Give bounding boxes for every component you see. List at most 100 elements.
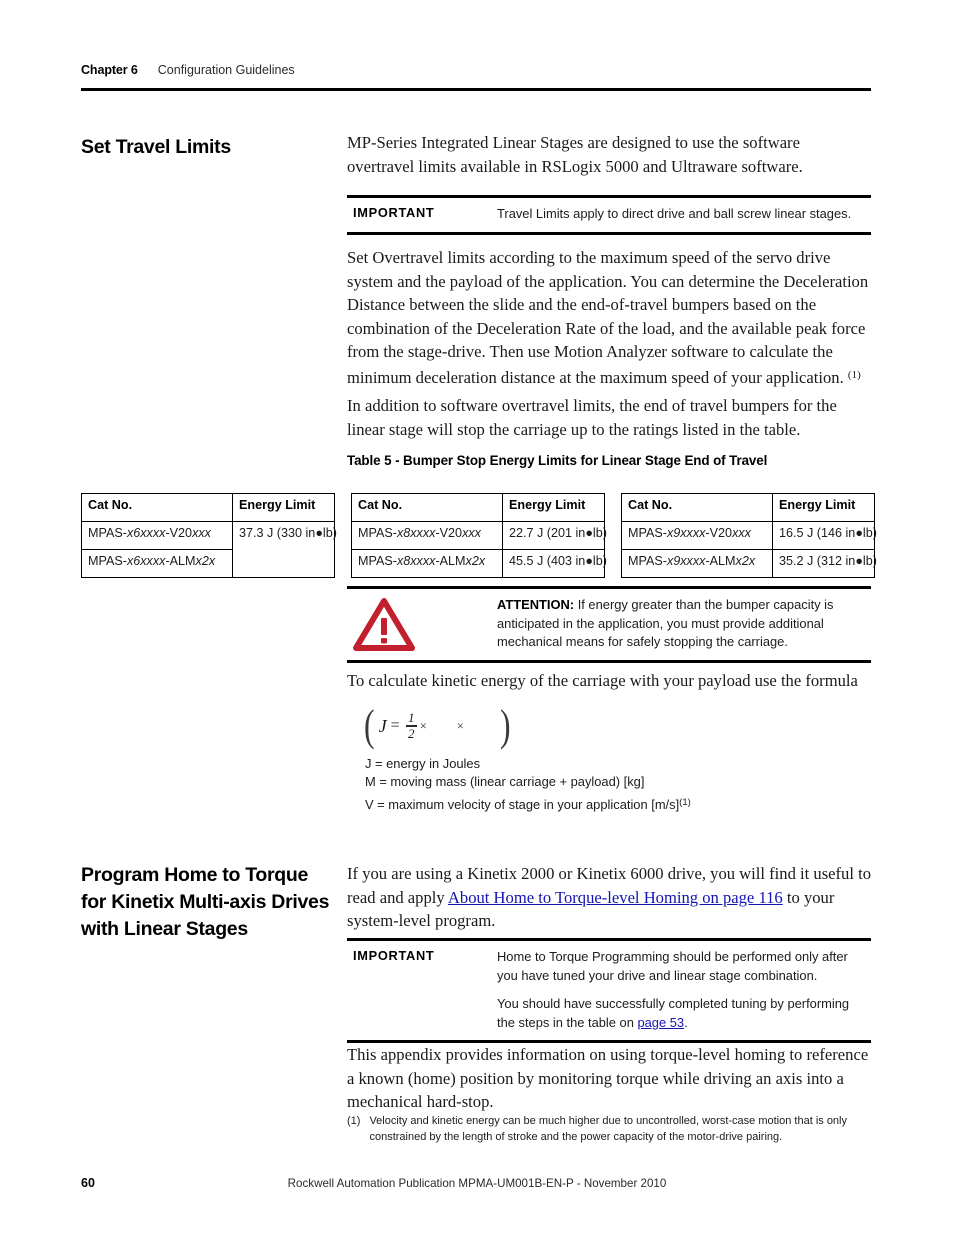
- overtravel-paragraph: Set Overtravel limits according to the m…: [347, 246, 871, 390]
- bumper-energy-table-band: Cat No. Energy Limit MPAS-x6xxxx-V20xxx …: [81, 493, 877, 578]
- page-title-set-travel-limits: Set Travel Limits: [81, 136, 231, 158]
- attention-icon-cell: [347, 589, 497, 660]
- document-page: Chapter 6 Configuration Guidelines Set T…: [0, 0, 954, 1235]
- cat-mid: -V20: [705, 526, 733, 540]
- cell-energy-limit: 45.5 J (403 in●lb): [502, 549, 607, 578]
- warning-triangle-icon: [353, 598, 415, 651]
- cell-energy-limit: 16.5 J (146 in●lb): [772, 521, 877, 550]
- bumper-energy-table-block-1: Cat No. Energy Limit MPAS-x6xxxx-V20xxx …: [81, 493, 337, 578]
- cat-mid: -ALM: [165, 554, 196, 568]
- table-header-row: Cat No. Energy Limit: [81, 493, 335, 522]
- cat-variable-2: xxx: [462, 526, 481, 540]
- kinetic-energy-formula: ( J = 1 2 × × ): [364, 701, 511, 750]
- footnote-marker: (1): [347, 1115, 361, 1127]
- chapter-title: Configuration Guidelines: [157, 63, 295, 77]
- intro-paragraph: MP-Series Integrated Linear Stages are d…: [347, 133, 803, 176]
- table-row: MPAS-x6xxxx-V20xxx 37.3 J (330 in●lb): [81, 521, 337, 578]
- table-row: MPAS-x9xxxx-ALMx2x 35.2 J (312 in●lb): [621, 549, 877, 578]
- footnote-text: Velocity and kinetic energy can be much …: [369, 1115, 847, 1143]
- cell-cat-no: MPAS-x8xxxx-ALMx2x: [351, 549, 503, 578]
- column-header-cat-no: Cat No.: [351, 493, 503, 522]
- table-row: MPAS-x9xxxx-V20xxx 16.5 J (146 in●lb): [621, 521, 877, 550]
- cat-prefix: MPAS-: [88, 526, 127, 540]
- table-header-row: Cat No. Energy Limit: [621, 493, 875, 522]
- attention-label: ATTENTION:: [497, 597, 575, 612]
- appendix-paragraph: This appendix provides information on us…: [347, 1045, 869, 1112]
- cat-prefix: MPAS-: [628, 526, 667, 540]
- table-row: MPAS-x8xxxx-V20xxx 22.7 J (201 in●lb): [351, 521, 607, 550]
- home-torque-paragraph: If you are using a Kinetix 2000 or Kinet…: [347, 862, 871, 933]
- cat-variable-2: xxx: [192, 526, 211, 540]
- cat-prefix: MPAS-: [628, 554, 667, 568]
- cell-energy-limit: 37.3 J (330 in●lb): [232, 521, 337, 578]
- bumper-energy-table-block-2: Cat No. Energy Limit MPAS-x8xxxx-V20xxx …: [351, 493, 607, 578]
- link-about-home-to-torque[interactable]: About Home to Torque-level Homing on pag…: [448, 888, 783, 907]
- cell-cat-no: MPAS-x9xxxx-V20xxx: [621, 521, 773, 550]
- overtravel-paragraph-text: Set Overtravel limits according to the m…: [347, 248, 869, 387]
- bumper-energy-table-block-3: Cat No. Energy Limit MPAS-x9xxxx-V20xxx …: [621, 493, 877, 578]
- cat-variable-2: xxx: [732, 526, 751, 540]
- cat-variable-1: x8xxxx: [396, 526, 436, 540]
- cat-prefix: MPAS-: [358, 526, 397, 540]
- page-title-program-home-to-torque: Program Home to Torque for Kinetix Multi…: [81, 864, 330, 940]
- publication-footer: Rockwell Automation Publication MPMA-UM0…: [287, 1177, 667, 1190]
- important-text: Home to Torque Programming should be per…: [497, 941, 871, 1040]
- link-page-53[interactable]: page 53: [637, 1015, 684, 1030]
- legend-line-v: V = maximum velocity of stage in your ap…: [365, 794, 865, 814]
- cat-prefix: MPAS-: [88, 554, 127, 568]
- fraction-numerator: 1: [407, 710, 415, 726]
- legend-line-j: J = energy in Joules: [365, 756, 481, 771]
- fraction-denominator: 2: [407, 725, 415, 741]
- legend-footnote-reference: (1): [679, 797, 691, 808]
- formula-variable-j: J: [378, 715, 387, 736]
- cat-variable-1: x6xxxx: [126, 526, 166, 540]
- cat-variable-2: x2x: [195, 554, 216, 568]
- column-header-energy-limit: Energy Limit: [232, 493, 335, 522]
- important-text: Travel Limits apply to direct drive and …: [497, 198, 871, 232]
- formula-fraction-one-half: 1 2: [405, 710, 417, 741]
- important-label: IMPORTANT: [353, 948, 435, 963]
- column-header-energy-limit: Energy Limit: [772, 493, 875, 522]
- attention-notice-bumper-capacity: ATTENTION: If energy greater than the bu…: [347, 586, 871, 663]
- cat-mid: -ALM: [705, 554, 736, 568]
- legend-line-v-text: V = maximum velocity of stage in your ap…: [365, 797, 680, 812]
- chapter-label: Chapter 6: [81, 63, 138, 77]
- cat-mid: -V20: [435, 526, 463, 540]
- important-paragraph-2: You should have successfully completed t…: [497, 995, 865, 1032]
- important-notice-home-torque: IMPORTANT Home to Torque Programming sho…: [347, 938, 871, 1043]
- column-header-cat-no: Cat No.: [81, 493, 233, 522]
- cat-prefix: MPAS-: [358, 554, 397, 568]
- attention-text: ATTENTION: If energy greater than the bu…: [497, 589, 871, 660]
- cat-variable-1: x9xxxx: [666, 554, 706, 568]
- formula-multiply-2: ×: [456, 718, 464, 733]
- header-rule: [81, 88, 871, 91]
- cell-cat-no: MPAS-x9xxxx-ALMx2x: [621, 549, 773, 578]
- important-paragraph-1: Home to Torque Programming should be per…: [497, 949, 848, 983]
- formula-multiply-1: ×: [419, 718, 427, 733]
- cat-variable-1: x8xxxx: [396, 554, 436, 568]
- formula-legend: J = energy in Joules M = moving mass (li…: [365, 755, 865, 814]
- table-header-row: Cat No. Energy Limit: [351, 493, 605, 522]
- important-paragraph: Travel Limits apply to direct drive and …: [497, 206, 852, 221]
- bumpers-paragraph: In addition to software overtravel limit…: [347, 396, 837, 439]
- important-notice-travel-limits: IMPORTANT Travel Limits apply to direct …: [347, 195, 871, 235]
- running-header: Chapter 6 Configuration Guidelines: [81, 63, 871, 77]
- cell-energy-limit: 22.7 J (201 in●lb): [502, 521, 607, 550]
- cell-cat-no: MPAS-x6xxxx-V20xxx: [81, 521, 233, 550]
- cat-mid: -V20: [165, 526, 193, 540]
- attention-paragraph: ATTENTION: If energy greater than the bu…: [497, 596, 865, 652]
- important-paragraph-2-post: .: [684, 1014, 688, 1030]
- column-header-cat-no: Cat No.: [621, 493, 773, 522]
- cat-mid: -ALM: [435, 554, 466, 568]
- column-header-energy-limit: Energy Limit: [502, 493, 605, 522]
- formula-lead-paragraph: To calculate kinetic energy of the carri…: [347, 671, 858, 690]
- cat-variable-2: x2x: [735, 554, 756, 568]
- page-footnote: (1) Velocity and kinetic energy can be m…: [347, 1114, 871, 1145]
- legend-line-m: M = moving mass (linear carriage + paylo…: [365, 773, 645, 789]
- table-row: MPAS-x8xxxx-ALMx2x 45.5 J (403 in●lb): [351, 549, 607, 578]
- table-caption: Table 5 - Bumper Stop Energy Limits for …: [347, 453, 768, 468]
- cell-cat-no: MPAS-x6xxxx-ALMx2x: [81, 549, 233, 578]
- cell-cat-no: MPAS-x8xxxx-V20xxx: [351, 521, 503, 550]
- cat-variable-1: x9xxxx: [666, 526, 706, 540]
- cat-variable-2: x2x: [465, 554, 486, 568]
